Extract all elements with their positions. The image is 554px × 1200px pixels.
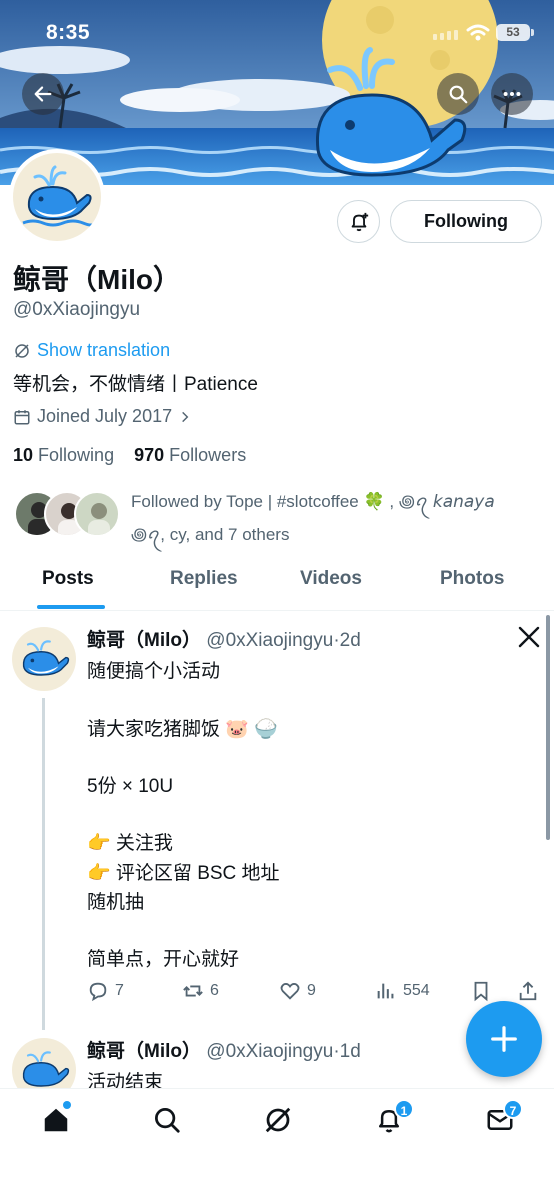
reply-button[interactable]: 7 bbox=[87, 980, 124, 1002]
whale-avatar-image bbox=[22, 640, 70, 676]
battery-tip bbox=[531, 29, 534, 36]
tab-posts[interactable]: Posts bbox=[42, 568, 94, 590]
tab-photos[interactable]: Photos bbox=[440, 568, 504, 590]
active-tab-indicator bbox=[37, 605, 105, 609]
back-button[interactable] bbox=[22, 73, 64, 115]
show-translation-link[interactable]: Show translation bbox=[13, 340, 170, 361]
following-count-link[interactable]: 10 Following bbox=[13, 445, 114, 465]
x-logo-icon bbox=[518, 626, 540, 648]
status-bar: 8:35 53 bbox=[0, 0, 554, 60]
like-count: 9 bbox=[307, 982, 316, 999]
profile-name: 鲸哥（Milo） bbox=[13, 264, 181, 295]
post-text-line: 5份 × 10U bbox=[87, 776, 174, 797]
followed-by-line-1: Followed by Tope | #slotcoffee 🍀 , ꩜ꪖ 𝘬𝘢… bbox=[131, 492, 495, 511]
cellular-signal-icon bbox=[433, 30, 458, 40]
post-time: 1d bbox=[339, 1041, 361, 1062]
bookmark-icon bbox=[474, 981, 488, 1002]
search-icon bbox=[449, 85, 468, 104]
post-author-handle: @0xXiaojingyu bbox=[206, 1041, 334, 1062]
like-button[interactable]: 9 bbox=[279, 980, 316, 1002]
post-text-line: 随机抽 bbox=[87, 892, 145, 913]
messages-badge: 7 bbox=[503, 1099, 523, 1119]
bell-plus-icon bbox=[351, 212, 368, 231]
chevron-right-icon bbox=[182, 411, 189, 422]
profile-avatar[interactable] bbox=[9, 149, 105, 245]
more-options-button[interactable] bbox=[491, 73, 533, 115]
post-text-line: 👉 评论区留 BSC 地址 bbox=[87, 863, 280, 884]
tab-videos[interactable]: Videos bbox=[300, 568, 362, 590]
compose-button[interactable] bbox=[466, 1001, 542, 1077]
follow-counts: 10 Following 970 Followers bbox=[13, 445, 246, 466]
post-avatar[interactable] bbox=[12, 627, 76, 691]
views-button[interactable]: 554 bbox=[375, 980, 430, 1002]
bookmark-button[interactable] bbox=[470, 980, 492, 1002]
search-button[interactable] bbox=[437, 73, 479, 115]
nav-notifications[interactable]: 1 bbox=[374, 1099, 414, 1135]
scrollbar[interactable] bbox=[546, 615, 550, 840]
views-count: 554 bbox=[403, 982, 430, 999]
follower-avatar[interactable] bbox=[74, 491, 120, 537]
profile-handle: @0xXiaojingyu bbox=[13, 299, 141, 320]
battery-indicator: 53 bbox=[496, 24, 530, 41]
grok-translate-icon bbox=[15, 343, 29, 358]
arrow-left-icon bbox=[34, 86, 52, 102]
heart-icon bbox=[280, 983, 300, 1000]
plus-icon bbox=[491, 1026, 517, 1052]
joined-date[interactable]: Joined July 2017 bbox=[13, 406, 192, 427]
followed-by-text[interactable]: Followed by Tope | #slotcoffee 🍀 , ꩜ꪖ 𝘬𝘢… bbox=[131, 485, 531, 551]
calendar-icon bbox=[14, 409, 30, 424]
notify-bell-button[interactable] bbox=[337, 200, 380, 243]
post-text-line: 👉 关注我 bbox=[87, 833, 173, 854]
reply-bubble-icon bbox=[89, 982, 107, 1002]
show-translation-label[interactable]: Show translation bbox=[37, 340, 170, 361]
whale-avatar-image bbox=[22, 165, 97, 227]
bottom-navigation: 1 7 bbox=[0, 1088, 554, 1200]
post-text-line: 请大家吃猪脚饭 🐷 🍚 bbox=[87, 719, 278, 740]
post-time: 2d bbox=[339, 630, 361, 651]
grok-icon bbox=[265, 1107, 291, 1133]
status-time: 8:35 bbox=[46, 21, 91, 44]
post-header[interactable]: 鲸哥（Milo） @0xXiaojingyu·1d bbox=[87, 1036, 361, 1063]
nav-messages[interactable]: 7 bbox=[485, 1099, 523, 1135]
profile-tabs: Posts Replies Videos Photos bbox=[0, 560, 554, 611]
post-author-handle: @0xXiaojingyu bbox=[206, 630, 334, 651]
home-icon bbox=[44, 1108, 68, 1132]
repost-button[interactable]: 6 bbox=[182, 980, 219, 1002]
joined-label: Joined July 2017 bbox=[37, 406, 173, 426]
home-unread-dot bbox=[63, 1101, 71, 1109]
share-button[interactable] bbox=[517, 980, 539, 1002]
post-author-name: 鲸哥（Milo） bbox=[87, 630, 201, 651]
nav-home[interactable] bbox=[41, 1101, 71, 1135]
views-bar-icon bbox=[377, 983, 394, 999]
wifi-icon bbox=[466, 24, 490, 41]
followers-count-link[interactable]: 970 Followers bbox=[134, 445, 246, 465]
reply-count: 7 bbox=[115, 982, 124, 999]
post-author-name: 鲸哥（Milo） bbox=[87, 1041, 201, 1062]
post-header[interactable]: 鲸哥（Milo） @0xXiaojingyu·2d bbox=[87, 625, 361, 652]
notifications-badge: 1 bbox=[394, 1099, 414, 1119]
repost-icon bbox=[183, 985, 203, 997]
share-icon bbox=[519, 981, 537, 1001]
post-text-line: 简单点，开心就好 bbox=[87, 949, 240, 970]
followed-by-line-2: ꩜ꪖ, cy, and 7 others bbox=[131, 525, 290, 544]
more-horizontal-icon bbox=[503, 91, 521, 97]
person-photo-icon bbox=[88, 503, 110, 535]
nav-search[interactable] bbox=[152, 1105, 182, 1135]
repost-count: 6 bbox=[210, 982, 219, 999]
profile-bio: 等机会，不做情绪丨Patience bbox=[13, 374, 258, 395]
tab-replies[interactable]: Replies bbox=[170, 568, 238, 590]
search-icon bbox=[155, 1108, 180, 1133]
thread-line bbox=[42, 698, 45, 1030]
following-button[interactable]: Following bbox=[390, 200, 542, 243]
nav-grok[interactable] bbox=[263, 1105, 293, 1135]
post-text-line: 随便搞个小活动 bbox=[87, 661, 221, 682]
